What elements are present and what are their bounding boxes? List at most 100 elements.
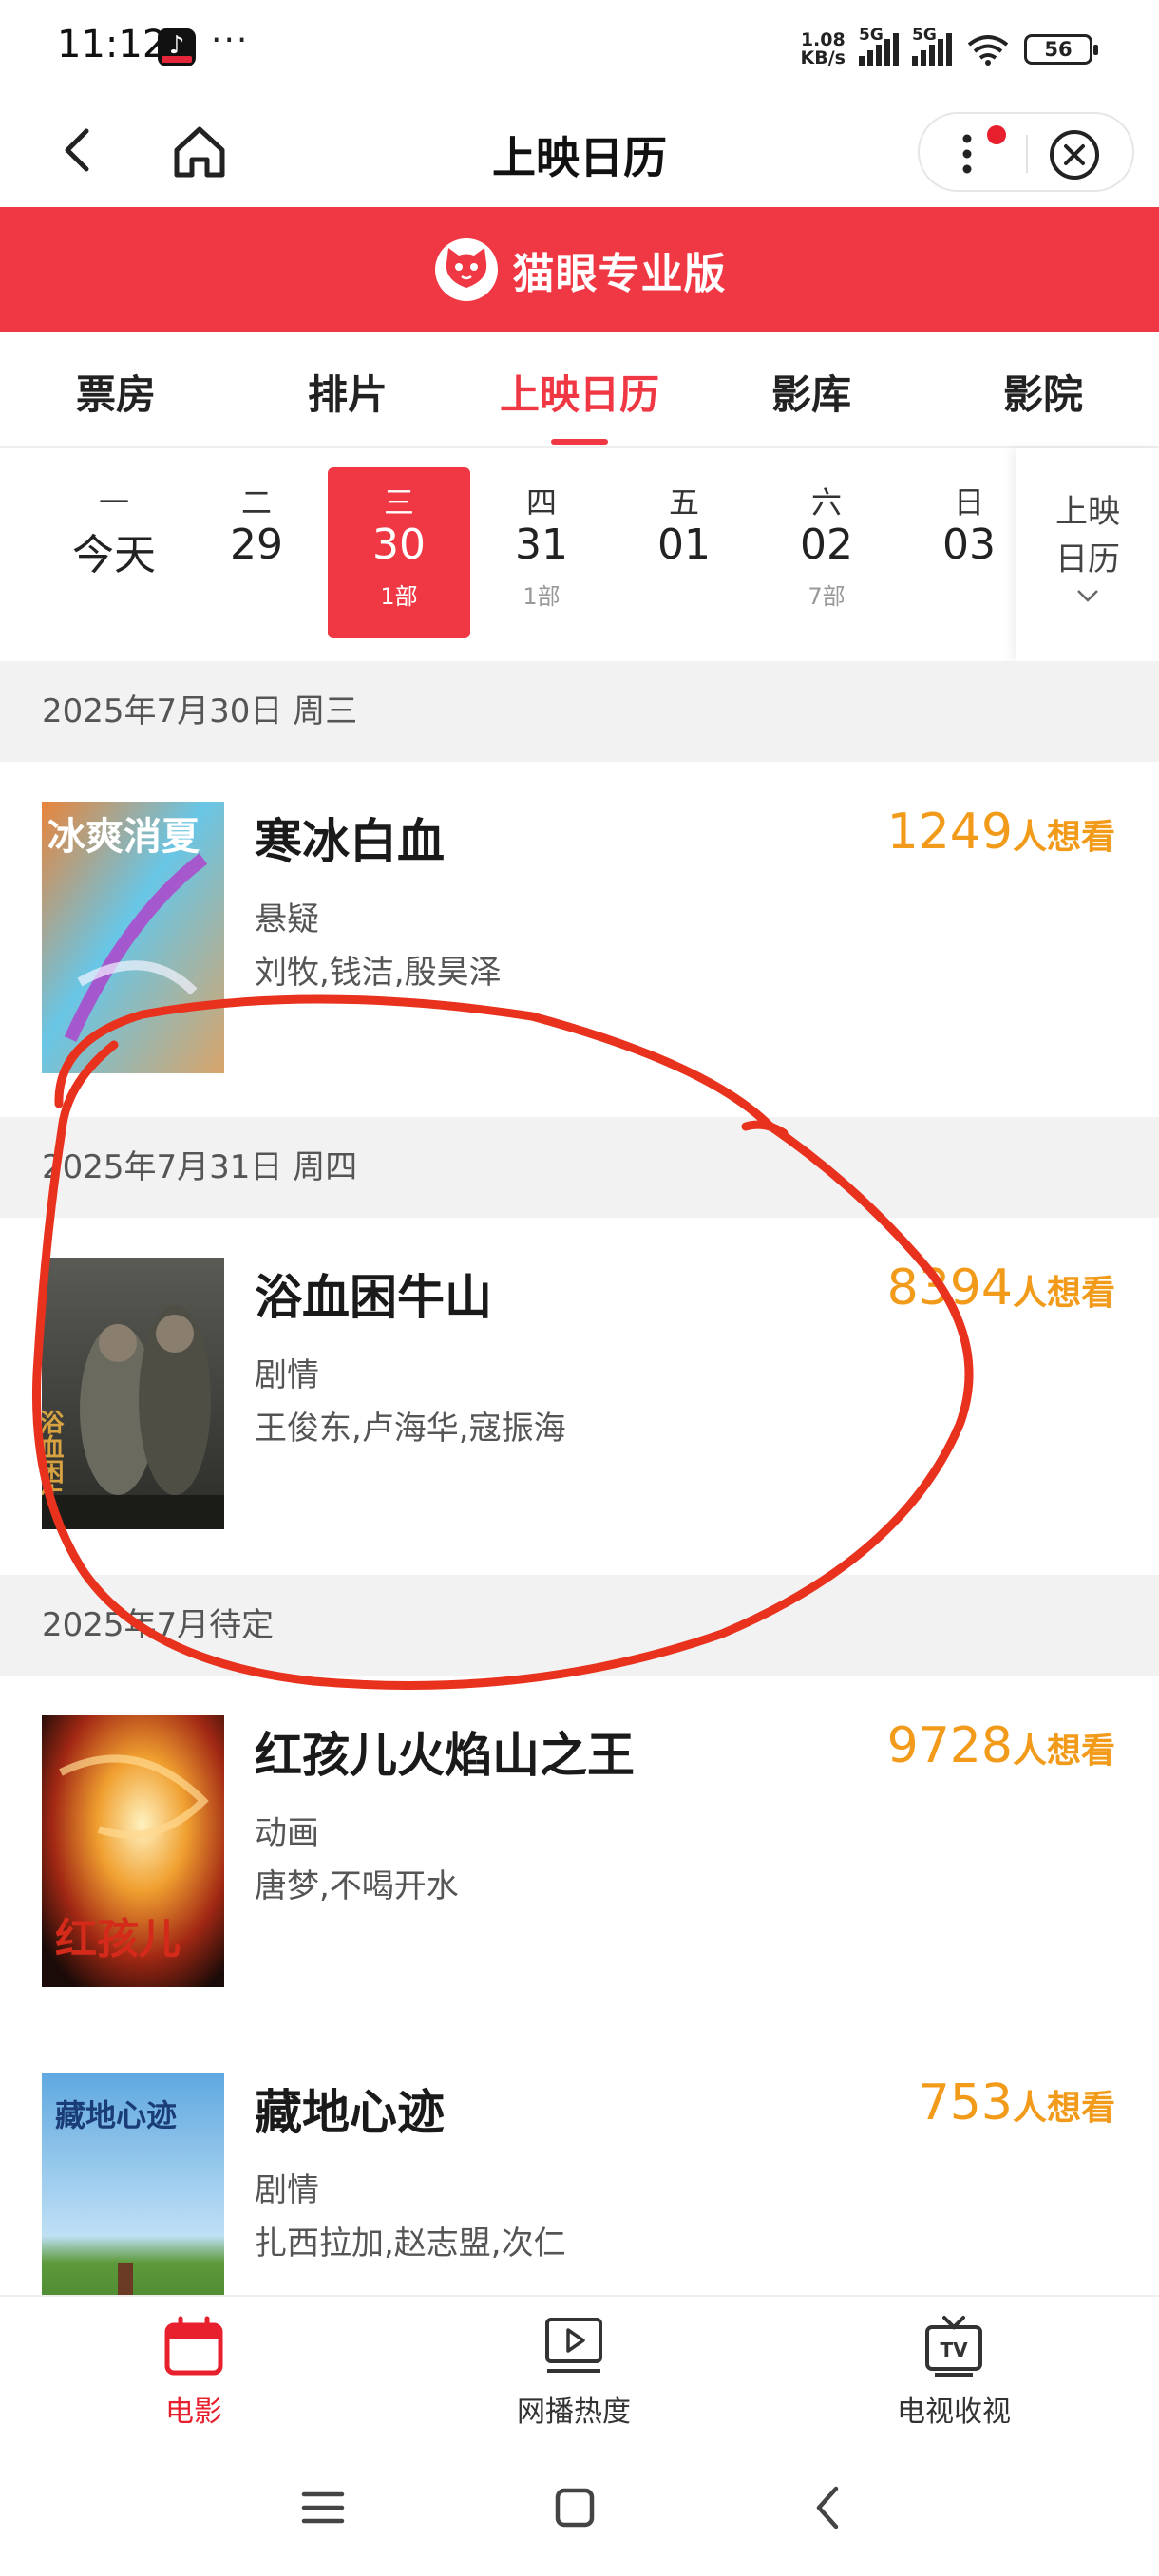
signal-label-2: 5G (912, 26, 937, 45)
want-label: 人想看 (1012, 1732, 1115, 1771)
bottom-tab-bar: 电影 网播热度 TV 电视收视 (0, 2295, 1159, 2439)
tab-release-calendar[interactable]: 上映日历 (484, 363, 674, 421)
movie-poster: 红孩儿 (42, 1715, 224, 1987)
brand-name: 猫眼专业版 (512, 250, 727, 298)
date-day: 31 (515, 521, 568, 569)
play-screen-icon (545, 2318, 602, 2373)
douyin-icon: ♪ (158, 28, 196, 66)
date-weekday: 二 (240, 484, 272, 521)
bottom-tab-label: 电影 (165, 2396, 222, 2429)
movie-title: 红孩儿火焰山之王 (255, 1728, 635, 1783)
date-item[interactable]: 一 今天 (43, 467, 185, 638)
svg-text:红孩儿: 红孩儿 (55, 1915, 180, 1963)
date-item[interactable]: 四 31 1部 (470, 467, 613, 638)
home-square-icon[interactable] (546, 2479, 603, 2536)
date-weekday: 三 (383, 484, 414, 521)
top-tabs: 票房 排片 上映日历 影库 影院 (0, 332, 1159, 448)
movie-cast: 扎西拉加,赵志盟,次仁 (255, 2225, 566, 2263)
date-section-header: 2025年7月待定 (0, 1575, 1159, 1676)
wifi-icon (967, 35, 1009, 66)
movie-item[interactable]: 红孩儿 红孩儿火焰山之王 动画 唐梦,不喝开水 9728人想看 (0, 1676, 1159, 1989)
date-item-selected[interactable]: 三 30 1部 (328, 467, 470, 638)
status-more: ··· (211, 21, 250, 60)
want-label: 人想看 (1012, 2089, 1115, 2128)
want-label: 人想看 (1012, 1274, 1115, 1313)
date-item[interactable]: 六 02 7部 (755, 467, 898, 638)
want-label: 人想看 (1012, 818, 1115, 857)
bottom-tab-movies[interactable]: 电影 (99, 2314, 289, 2430)
date-count (185, 578, 328, 606)
want-count: 753 (918, 2074, 1013, 2131)
tab-cinemas[interactable]: 影院 (948, 363, 1138, 421)
date-strip: 一 今天 二 29 三 30 1部 四 31 1部 五 01 六 02 7部 日… (0, 448, 1159, 661)
movie-poster: 冰爽消夏 (42, 802, 224, 1073)
want-count: 9728 (886, 1717, 1013, 1774)
movie-title: 寒冰白血 (255, 814, 445, 869)
menu-icon[interactable] (294, 2479, 352, 2536)
signal-label: 5G (859, 26, 884, 45)
svg-text:TV: TV (940, 2339, 968, 2361)
battery-icon: 56 (1024, 34, 1098, 65)
date-count: 1部 (522, 583, 560, 610)
movie-poster: 浴血困牛山 (42, 1258, 224, 1529)
bottom-tab-streaming[interactable]: 网播热度 (479, 2314, 669, 2430)
movie-item[interactable]: 冰爽消夏 寒冰白血 悬疑 刘牧,钱洁,殷昊泽 1249人想看 (0, 762, 1159, 1075)
date-count (613, 578, 755, 606)
movie-cast: 刘牧,钱洁,殷昊泽 (255, 954, 502, 992)
date-weekday: 六 (810, 484, 842, 521)
close-circle-icon[interactable] (1047, 127, 1102, 182)
movie-cast: 唐梦,不喝开水 (255, 1867, 459, 1905)
date-weekday: 五 (668, 484, 699, 521)
status-indicators: 1.08 KB/s 5G 5G 56 (801, 26, 1098, 70)
date-item[interactable]: 二 29 (185, 467, 328, 638)
signal-icon: 5G (859, 26, 899, 66)
movie-title: 浴血困牛山 (255, 1270, 492, 1325)
date-count: 7部 (808, 583, 846, 610)
mini-program-capsule (918, 112, 1134, 192)
tv-icon: TV (925, 2316, 982, 2377)
date-day: 29 (230, 521, 283, 569)
want-to-see: 1249人想看 (887, 804, 1115, 861)
movie-genre: 悬疑 (255, 900, 319, 938)
movie-genre: 剧情 (255, 2171, 319, 2209)
date-day: 今天 (72, 531, 156, 579)
back-icon[interactable] (800, 2479, 857, 2536)
bottom-tab-label: 网播热度 (517, 2396, 631, 2429)
status-bar: 11:12 ♪ ··· 1.08 KB/s 5G 5G 56 (0, 0, 1159, 95)
date-item[interactable]: 五 01 (613, 467, 755, 638)
tab-film-library[interactable]: 影库 (716, 363, 906, 421)
notification-dot (987, 125, 1006, 144)
want-count: 8394 (886, 1260, 1013, 1316)
date-weekday: 四 (525, 484, 557, 521)
calendar-button-label: 上映 (1055, 493, 1120, 531)
date-weekday: 一 (98, 484, 129, 521)
bottom-tab-label: 电视收视 (897, 2396, 1011, 2429)
chevron-down-icon (1077, 590, 1098, 602)
bottom-tab-tv-ratings[interactable]: TV 电视收视 (859, 2314, 1049, 2430)
cat-logo-icon (434, 238, 498, 301)
movie-cast: 王俊东,卢海华,寇振海 (255, 1410, 566, 1448)
release-calendar-button[interactable]: 上映 日历 (1016, 448, 1159, 661)
tab-schedule[interactable]: 排片 (253, 363, 443, 421)
movie-genre: 动画 (255, 1814, 319, 1852)
network-speed: 1.08 KB/s (801, 31, 846, 67)
want-to-see: 9728人想看 (887, 1717, 1115, 1774)
calendar-button-label-2: 日历 (1055, 540, 1120, 578)
movie-item[interactable]: 藏地心迹 藏地心迹 剧情 扎西拉加,赵志盟,次仁 753人想看 (0, 2033, 1159, 2344)
want-to-see: 8394人想看 (887, 1260, 1115, 1316)
date-day: 02 (800, 521, 853, 569)
movie-genre: 剧情 (255, 1356, 319, 1394)
svg-text:藏地心迹: 藏地心迹 (55, 2097, 177, 2133)
speed-unit: KB/s (800, 47, 846, 68)
date-day: 01 (657, 521, 711, 569)
movie-title: 藏地心迹 (255, 2085, 445, 2140)
brand-banner: 猫眼专业版 (0, 207, 1159, 332)
calendar-icon (164, 2316, 223, 2376)
tab-box-office[interactable]: 票房 (21, 363, 211, 421)
date-section-header: 2025年7月30日 周三 (0, 661, 1159, 762)
active-tab-indicator (551, 439, 608, 445)
movie-item[interactable]: 浴血困牛山 浴血困牛山 剧情 王俊东,卢海华,寇振海 8394人想看 (0, 1218, 1159, 1531)
date-section-header: 2025年7月31日 周四 (0, 1117, 1159, 1218)
date-count (43, 578, 185, 606)
signal-icon-2: 5G (912, 26, 952, 66)
